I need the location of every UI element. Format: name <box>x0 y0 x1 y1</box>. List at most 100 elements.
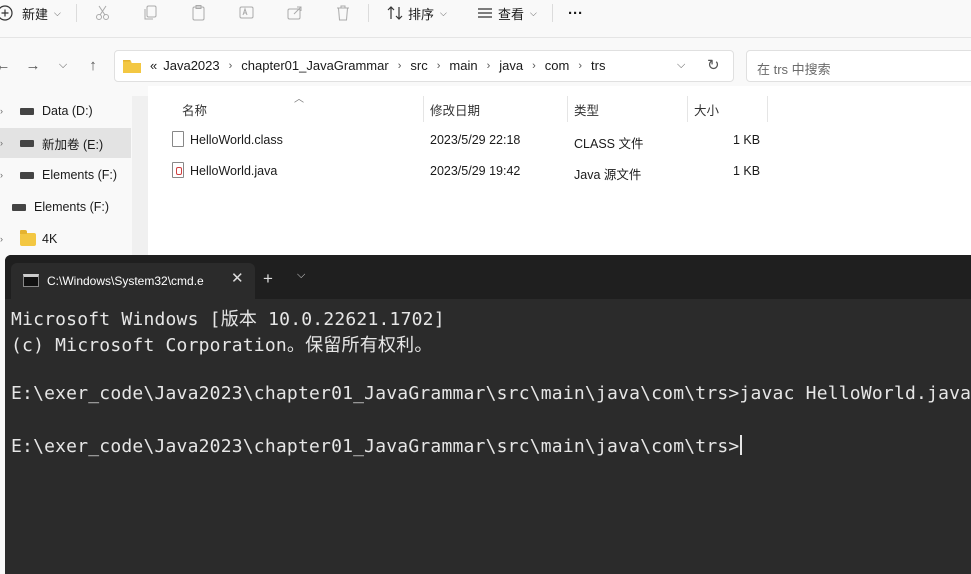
terminal-line: (c) Microsoft Corporation。保留所有权利。 <box>11 335 433 356</box>
breadcrumb-item[interactable]: chapter01_JavaGrammar <box>238 58 391 73</box>
clipboard-icon <box>190 4 208 22</box>
back-icon[interactable]: ← <box>0 54 14 76</box>
sidebar-item-4k[interactable]: › 4K <box>0 224 131 254</box>
chevron-right-icon[interactable]: › <box>0 234 3 244</box>
java-file-icon <box>172 162 184 178</box>
chevron-down-icon: ⌵ <box>440 7 447 18</box>
cut-button[interactable] <box>94 0 112 26</box>
view-button[interactable]: 查看 ⌵ <box>476 0 537 26</box>
column-header-size[interactable]: 大小 <box>694 100 719 119</box>
rename-icon <box>238 4 256 22</box>
breadcrumb: « Java2023 › chapter01_JavaGrammar › src… <box>123 58 608 73</box>
chevron-down-icon[interactable]: ⌵ <box>297 269 305 282</box>
chevron-right-icon[interactable]: › <box>431 60 447 72</box>
drive-icon <box>20 171 34 179</box>
file-type: Java 源文件 <box>574 168 642 182</box>
chevron-right-icon[interactable]: › <box>392 60 408 72</box>
text-cursor <box>740 435 743 455</box>
terminal-tab-bar: C:\Windows\System32\cmd.e ✕ + ⌵ <box>5 255 971 299</box>
sort-icon <box>386 4 404 22</box>
folder-icon <box>20 229 36 246</box>
column-header-name[interactable]: 名称 <box>182 100 207 119</box>
chevron-right-icon[interactable]: › <box>526 60 542 72</box>
column-header-modified[interactable]: 修改日期 <box>430 100 480 119</box>
breadcrumb-item[interactable]: src <box>407 58 430 73</box>
chevron-right-icon[interactable]: › <box>481 60 497 72</box>
breadcrumb-overflow[interactable]: « <box>147 58 160 73</box>
command-bar: 新建 ⌵ 排序 ⌵ 查看 ⌵ ··· <box>0 0 971 38</box>
table-row[interactable]: HelloWorld.java 2023/5/29 19:42 Java 源文件… <box>168 157 968 187</box>
terminal-output[interactable]: Microsoft Windows [版本 10.0.22621.1702] (… <box>5 299 971 574</box>
file-name: HelloWorld.class <box>190 133 283 147</box>
breadcrumb-item[interactable]: trs <box>588 58 608 73</box>
rename-button[interactable] <box>238 0 256 26</box>
forward-icon[interactable]: → <box>22 54 44 76</box>
search-input[interactable]: 在 trs 中搜索 <box>746 50 971 82</box>
refresh-icon[interactable]: ↻ <box>707 56 720 74</box>
file-type: CLASS 文件 <box>574 137 644 151</box>
cmd-icon <box>23 274 39 287</box>
file-icon <box>172 131 184 147</box>
chevron-down-icon: ⌵ <box>54 7 61 18</box>
column-divider[interactable] <box>767 96 768 122</box>
sort-button[interactable]: 排序 ⌵ <box>386 0 447 26</box>
copy-icon <box>142 4 160 22</box>
plus-circle-icon <box>0 4 18 22</box>
paste-button[interactable] <box>190 0 208 26</box>
sidebar-item-elements-f-2[interactable]: Elements (F:) <box>0 192 131 222</box>
table-row[interactable]: HelloWorld.class 2023/5/29 22:18 CLASS 文… <box>168 126 968 156</box>
terminal-line: Microsoft Windows [版本 10.0.22621.1702] <box>11 309 445 330</box>
terminal-prompt: E:\exer_code\Java2023\chapter01_JavaGram… <box>11 436 740 457</box>
chevron-right-icon[interactable]: › <box>572 60 588 72</box>
breadcrumb-item[interactable]: java <box>496 58 526 73</box>
share-icon <box>286 4 304 22</box>
sort-label: 排序 <box>408 6 435 22</box>
column-header-type[interactable]: 类型 <box>574 100 599 119</box>
more-options-button[interactable]: ··· <box>568 0 583 26</box>
chevron-down-icon: ⌵ <box>530 7 537 18</box>
chevron-right-icon[interactable]: › <box>0 138 3 148</box>
sidebar-item-elements-f[interactable]: › Elements (F:) <box>0 160 131 190</box>
address-bar[interactable]: « Java2023 › chapter01_JavaGrammar › src… <box>114 50 734 82</box>
toolbar-divider <box>368 4 369 22</box>
sidebar-item-label: Elements (F:) <box>42 168 118 182</box>
drive-icon <box>12 203 26 211</box>
folder-icon <box>123 59 141 73</box>
file-modified: 2023/5/29 22:18 <box>430 133 521 147</box>
share-button[interactable] <box>286 0 304 26</box>
up-icon[interactable]: ↑ <box>82 54 104 76</box>
drive-icon <box>20 107 34 115</box>
view-list-icon <box>476 4 494 22</box>
column-divider[interactable] <box>567 96 568 122</box>
chevron-right-icon[interactable]: › <box>0 170 3 180</box>
copy-button[interactable] <box>142 0 160 26</box>
chevron-right-icon[interactable]: › <box>0 106 3 116</box>
chevron-right-icon[interactable]: › <box>223 60 239 72</box>
breadcrumb-item[interactable]: main <box>446 58 480 73</box>
address-dropdown-icon[interactable]: ⌵ <box>677 59 685 72</box>
sidebar-item-label: Data (D:) <box>42 104 93 118</box>
sidebar-item-label: 新加卷 (E:) <box>42 137 104 152</box>
terminal-line: E:\exer_code\Java2023\chapter01_JavaGram… <box>11 383 971 404</box>
file-size: 1 KB <box>733 133 761 147</box>
file-size: 1 KB <box>733 164 761 178</box>
delete-button[interactable] <box>334 0 352 26</box>
column-divider[interactable] <box>687 96 688 122</box>
new-tab-icon[interactable]: + <box>263 269 273 289</box>
new-label: 新建 <box>22 6 49 22</box>
sidebar-item-data-d[interactable]: › Data (D:) <box>0 96 131 126</box>
breadcrumb-item[interactable]: Java2023 <box>160 58 222 73</box>
toolbar-divider <box>552 4 553 22</box>
breadcrumb-item[interactable]: com <box>542 58 573 73</box>
sidebar-item-label: Elements (F:) <box>34 200 110 214</box>
file-list: ︿ 名称 修改日期 类型 大小 HelloWorld.class 2023/5/… <box>148 86 971 256</box>
terminal-tab[interactable]: C:\Windows\System32\cmd.e ✕ <box>11 263 255 299</box>
navigation-pane-scrollbar[interactable] <box>132 96 148 256</box>
recent-locations-icon[interactable]: ⌵ <box>52 54 74 76</box>
column-divider[interactable] <box>423 96 424 122</box>
sidebar-item-new-volume-e[interactable]: › 新加卷 (E:) <box>0 128 131 158</box>
new-button[interactable]: 新建 ⌵ <box>0 0 61 26</box>
terminal-prompt-line: E:\exer_code\Java2023\chapter01_JavaGram… <box>11 435 743 457</box>
toolbar-divider <box>76 4 77 22</box>
close-icon[interactable]: ✕ <box>231 269 244 287</box>
